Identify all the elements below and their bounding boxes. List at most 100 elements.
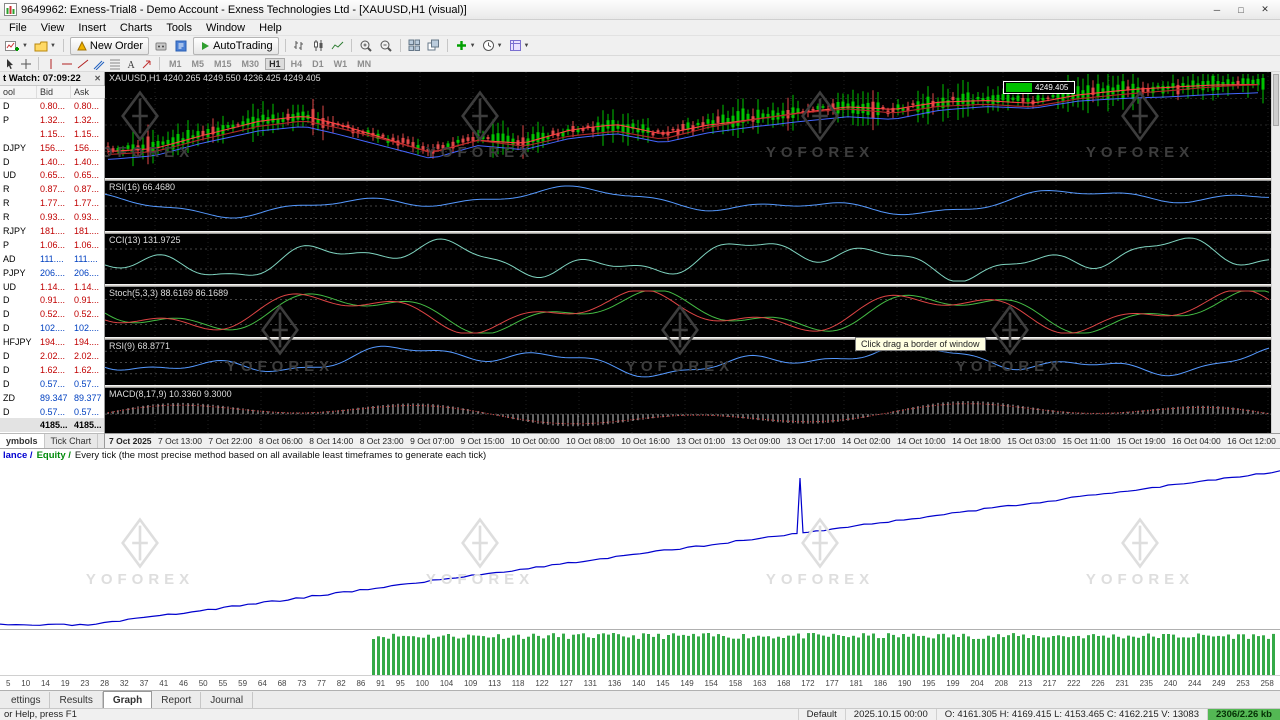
market-watch-row[interactable]: D 0.91... 0.91... [0,293,104,307]
status-profile[interactable]: Default [797,709,845,720]
menu-file[interactable]: File [2,22,34,34]
timeframe-d1-button[interactable]: D1 [308,58,328,70]
zoom-in-button[interactable] [356,37,376,55]
cascade-windows-button[interactable] [424,37,443,55]
equity-graph[interactable]: YOFOREX YOFOREX YOFOREX YOFOREX [0,462,1280,630]
market-watch-row[interactable]: R 0.87... 0.87... [0,182,104,196]
market-watch-row[interactable]: P 1.32... 1.32... [0,113,104,127]
market-watch-row[interactable]: D 0.52... 0.52... [0,307,104,321]
timeframe-h1-button[interactable]: H1 [265,57,285,70]
market-watch-row[interactable]: 1.15... 1.15... [0,127,104,141]
indicators-button[interactable]: ▼ [452,37,479,55]
market-watch-row[interactable]: DJPY 156.... 156.... [0,141,104,155]
candlestick-chart-button[interactable] [309,37,328,55]
market-watch-row[interactable]: ZD 89.347 89.377 [0,391,104,405]
trade-number-label: 195 [922,678,936,688]
trade-number-label: 37 [139,678,149,688]
trade-number-label: 136 [607,678,622,688]
tester-tab-ettings[interactable]: ettings [2,692,51,708]
title-bar[interactable]: 9649962: Exness-Trial8 - Demo Account - … [0,0,1280,20]
bar-chart-button[interactable] [290,37,309,55]
scrollbar-thumb[interactable] [1273,74,1279,126]
rsi16-indicator-pane[interactable]: RSI(16) 66.4680 [105,181,1271,231]
tester-tab-graph[interactable]: Graph [102,691,153,708]
text-button[interactable]: A [123,57,139,71]
market-watch-row[interactable]: AD 111.... 111.... [0,252,104,266]
menu-charts[interactable]: Charts [113,22,159,34]
market-watch-row[interactable]: UD 1.14... 1.14... [0,280,104,294]
rsi9-plot [105,340,1271,385]
market-watch-row[interactable]: D 2.02... 2.02... [0,349,104,363]
market-watch-row[interactable]: D 1.40... 1.40... [0,155,104,169]
timeframe-m1-button[interactable]: M1 [165,58,186,70]
menu-view[interactable]: View [34,22,72,34]
column-symbol[interactable]: ool [0,86,37,98]
horizontal-line-button[interactable] [59,57,75,71]
market-watch-row[interactable]: D 0.57... 0.57... [0,377,104,391]
cursor-button[interactable] [2,57,18,71]
stochastic-indicator-pane[interactable]: Stoch(5,3,3) 88.6169 86.1689 [105,287,1271,337]
menu-help[interactable]: Help [252,22,289,34]
tester-tab-results[interactable]: Results [50,692,103,708]
new-chart-button[interactable]: ▼ [2,37,31,55]
market-watch-close-icon[interactable]: ✕ [94,74,101,83]
status-connection[interactable]: 2306/2.26 kb [1207,709,1280,720]
trendline-button[interactable] [75,57,91,71]
tile-windows-button[interactable] [405,37,424,55]
market-watch-row[interactable]: PJPY 206.... 206.... [0,266,104,280]
market-watch-row[interactable]: D 0.80... 0.80... [0,99,104,113]
timeframe-m15-button[interactable]: M15 [210,58,236,70]
cci-indicator-pane[interactable]: CCI(13) 131.9725 [105,234,1271,284]
expert-advisors-button[interactable] [151,37,171,55]
time-axis-label: 7 Oct 13:00 [158,436,202,446]
market-watch-row[interactable]: R 1.77... 1.77... [0,196,104,210]
svg-text:A: A [128,60,136,70]
market-watch-tab-tick-chart[interactable]: Tick Chart [45,434,99,448]
timeframe-m5-button[interactable]: M5 [188,58,209,70]
channel-button[interactable] [91,57,107,71]
maximize-button[interactable]: □ [1230,2,1252,17]
timeframe-mn-button[interactable]: MN [353,58,375,70]
vertical-line-button[interactable] [43,57,59,71]
market-watch-row[interactable]: D 1.62... 1.62... [0,363,104,377]
trade-result-histogram[interactable] [0,630,1280,676]
crosshair-button[interactable] [18,57,34,71]
timeframe-w1-button[interactable]: W1 [330,58,352,70]
periods-button[interactable]: ▼ [479,37,506,55]
fibonacci-button[interactable] [107,57,123,71]
chart-vertical-scrollbar[interactable] [1271,72,1280,433]
new-order-button[interactable]: New Order [69,36,150,55]
tester-tab-report[interactable]: Report [152,692,202,708]
market-watch-row[interactable]: 4185... 4185... [0,418,104,433]
timeframe-h4-button[interactable]: H4 [287,58,307,70]
column-ask[interactable]: Ask [71,86,105,98]
templates-button[interactable]: ▼ [506,37,533,55]
tester-tab-journal[interactable]: Journal [201,692,254,708]
line-chart-button[interactable] [328,37,347,55]
market-watch-row[interactable]: R 0.93... 0.93... [0,210,104,224]
column-bid[interactable]: Bid [37,86,71,98]
market-watch-row[interactable]: D 0.57... 0.57... [0,405,104,419]
price-chart-pane[interactable]: XAUUSD,H1 4240.265 4249.550 4236.425 424… [105,72,1271,178]
market-watch-row[interactable]: D 102.... 102.... [0,321,104,335]
profiles-button[interactable]: ▼ [31,37,59,55]
macd-indicator-pane[interactable]: MACD(8,17,9) 10.3360 9.3000 [105,388,1271,433]
rsi9-indicator-pane[interactable]: RSI(9) 68.8771 [105,340,1271,385]
market-watch-tab-symbols[interactable]: ymbols [0,434,45,448]
menu-window[interactable]: Window [199,22,252,34]
close-button[interactable]: ✕ [1254,2,1276,17]
market-watch-row[interactable]: RJPY 181.... 181.... [0,224,104,238]
market-watch-row[interactable]: HFJPY 194.... 194.... [0,335,104,349]
zoom-out-button[interactable] [376,37,396,55]
menu-tools[interactable]: Tools [159,22,199,34]
timeframe-m30-button[interactable]: M30 [238,58,264,70]
market-watch-row[interactable]: P 1.06... 1.06... [0,238,104,252]
metaeditor-button[interactable] [171,37,191,55]
arrows-button[interactable] [139,57,155,71]
menu-insert[interactable]: Insert [71,22,113,34]
market-watch-header[interactable]: t Watch: 07:09:22 ✕ [0,72,104,86]
candlestick-plot [105,72,1271,178]
market-watch-row[interactable]: UD 0.65... 0.65... [0,168,104,182]
autotrading-button[interactable]: AutoTrading [193,36,279,55]
minimize-button[interactable]: ─ [1206,2,1228,17]
